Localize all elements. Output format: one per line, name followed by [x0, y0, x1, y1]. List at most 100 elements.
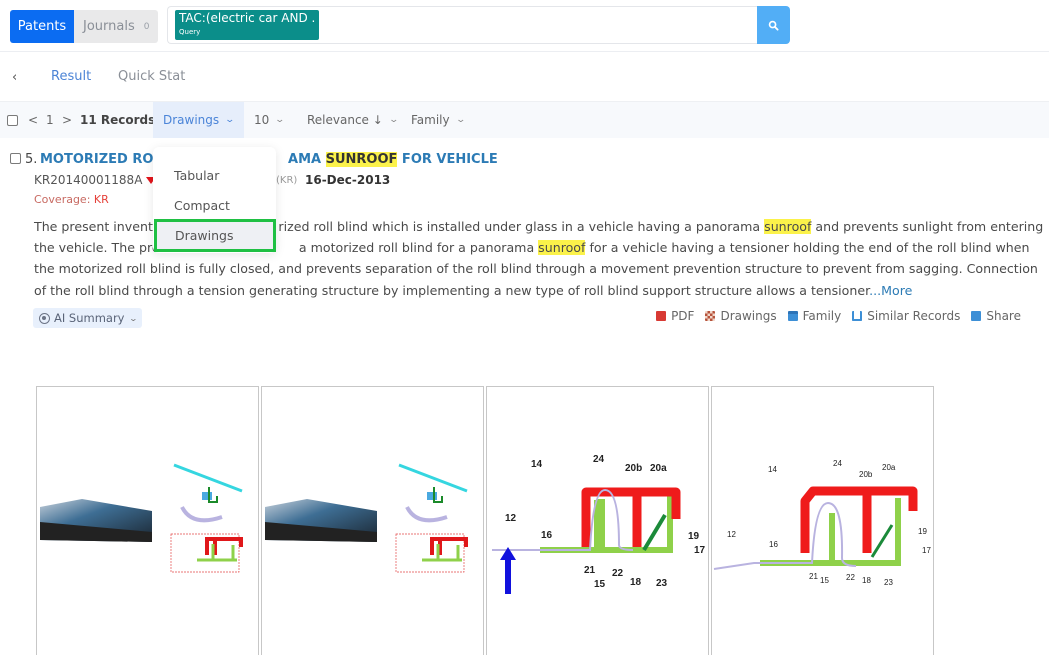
query-chip-label: Query: [179, 28, 201, 36]
pdf-icon: [656, 311, 667, 321]
drawings-label: Drawings: [720, 309, 777, 323]
abstract-text: The present inventi: [34, 219, 157, 234]
svg-text:18: 18: [630, 577, 642, 588]
drawing-thumbnail[interactable]: 14 24 20b 20a 12 16 19 17 21 15 22 18 23: [486, 386, 709, 655]
drawing-image: [265, 463, 468, 573]
svg-text:15: 15: [820, 576, 829, 585]
abstract-text: a motorized roll blind for a panorama: [298, 240, 539, 256]
result-checkbox[interactable]: [10, 153, 21, 164]
records-count: 11 Records: [80, 102, 155, 138]
similar-records-button[interactable]: Similar Records: [852, 309, 960, 323]
svg-text:16: 16: [769, 540, 778, 549]
pdf-button[interactable]: PDF: [656, 309, 694, 323]
svg-text:23: 23: [884, 578, 893, 587]
similar-records-icon: [852, 311, 863, 321]
title-text: MOTORIZED ROLL: [40, 152, 171, 167]
next-page-label: >: [62, 113, 73, 127]
tab-patents[interactable]: Patents: [10, 10, 74, 43]
title-text: FOR VEHICLE: [397, 152, 498, 167]
publication-number-label: KR20140001188A: [34, 173, 143, 187]
svg-text:14: 14: [531, 459, 543, 470]
view-mode-select[interactable]: Drawings ⌄: [153, 102, 244, 138]
search-icon: [768, 20, 779, 31]
view-option-drawings[interactable]: Drawings: [154, 219, 276, 252]
prev-page-button[interactable]: <: [28, 102, 38, 138]
result-nav: ‹ Result Quick Stat: [0, 53, 1049, 102]
sort-label: Relevance ↓: [307, 113, 383, 127]
svg-text:15: 15: [594, 579, 606, 590]
chevron-down-icon: ⌄: [274, 115, 286, 125]
ai-summary-label: AI Summary: [54, 311, 125, 325]
svg-text:12: 12: [505, 513, 517, 524]
svg-text:24: 24: [833, 459, 842, 468]
title-text: AMA: [288, 152, 326, 167]
share-label: Share: [986, 309, 1021, 323]
page-size-select[interactable]: 10 ⌄: [254, 102, 286, 138]
svg-text:19: 19: [688, 531, 700, 542]
abstract-highlight: sunroof: [538, 240, 586, 256]
svg-text:24: 24: [593, 454, 605, 465]
drawings-icon: [705, 311, 716, 321]
source-toggle: Patents Journals 0: [10, 10, 158, 43]
family-label: Family: [802, 309, 842, 323]
pdf-label: PDF: [671, 309, 695, 323]
svg-text:22: 22: [846, 573, 855, 582]
drawing-thumbnail[interactable]: [261, 386, 484, 655]
page-size-label: 10: [254, 113, 270, 127]
records-count-label: 11 Records: [80, 113, 156, 127]
svg-text:17: 17: [922, 546, 931, 555]
query-chip-text: TAC:(electric car AND ...: [179, 11, 315, 25]
search-input[interactable]: TAC:(electric car AND ... Query: [167, 6, 757, 44]
coverage: Coverage: KR: [34, 193, 109, 206]
abstract-highlight: sunroof: [764, 219, 812, 234]
page-number: 1: [46, 102, 54, 138]
svg-text:16: 16: [541, 530, 553, 541]
family-button[interactable]: Family: [787, 309, 842, 323]
coverage-label: Coverage:: [34, 193, 94, 206]
share-button[interactable]: Share: [971, 309, 1021, 323]
journals-count: 0: [143, 21, 150, 32]
chevron-down-icon: ⌄: [388, 115, 399, 125]
select-all-checkbox[interactable]: [7, 102, 18, 138]
next-page-button[interactable]: >: [62, 102, 72, 138]
prev-page-label: <: [28, 113, 39, 127]
chevron-down-icon: ⌄: [455, 115, 466, 125]
tab-result[interactable]: Result: [51, 69, 91, 84]
query-chip[interactable]: TAC:(electric car AND ... Query: [175, 10, 319, 40]
view-option-compact[interactable]: Compact: [153, 190, 276, 220]
grouping-select[interactable]: Family ⌄: [411, 102, 466, 138]
drawing-thumbnail[interactable]: 14 24 20b 20a 12 16 19 17 21 15 22 18 23: [711, 386, 934, 655]
drawing-image: [40, 463, 243, 573]
checkbox[interactable]: [7, 114, 18, 126]
top-bar: Patents Journals 0 TAC:(electric car AND…: [0, 0, 1049, 52]
chevron-down-icon: ⌄: [128, 313, 138, 323]
search-button[interactable]: [757, 6, 790, 44]
abstract-text: rized roll blind which is installed unde…: [278, 219, 765, 234]
view-mode-dropdown: Tabular Compact Drawings: [153, 147, 276, 253]
tab-journals[interactable]: Journals 0: [74, 10, 158, 43]
chevron-down-icon: ⌄: [224, 115, 236, 125]
drawing-image: 14 24 20b 20a 12 16 19 17 2115 22 18 23: [713, 459, 931, 587]
view-option-tabular[interactable]: Tabular: [153, 160, 276, 190]
chevron-left-icon[interactable]: ‹: [12, 70, 17, 85]
page-number-label: 1: [46, 113, 54, 127]
drawing-thumbnail[interactable]: [36, 386, 259, 655]
svg-text:17: 17: [694, 545, 706, 556]
family-icon: [787, 311, 798, 321]
grouping-label: Family: [411, 113, 450, 127]
svg-text:12: 12: [727, 530, 736, 539]
tab-quick-stat[interactable]: Quick Stat: [118, 69, 185, 84]
sort-select[interactable]: Relevance ↓ ⌄: [307, 102, 399, 138]
ai-summary-button[interactable]: AI Summary ⌄: [33, 308, 143, 328]
tab-journals-label: Journals: [83, 19, 135, 34]
svg-text:19: 19: [918, 527, 927, 536]
svg-text:21: 21: [809, 572, 818, 581]
svg-text:18: 18: [862, 576, 871, 585]
more-link[interactable]: ...More: [869, 283, 912, 298]
svg-text:20b: 20b: [859, 470, 873, 479]
share-icon: [971, 311, 982, 321]
publication-number[interactable]: KR20140001188A: [34, 173, 157, 187]
result-actions: PDF Drawings Family Similar Records Shar…: [656, 309, 1021, 323]
drawings-button[interactable]: Drawings: [705, 309, 777, 323]
svg-text:20b: 20b: [625, 463, 642, 474]
